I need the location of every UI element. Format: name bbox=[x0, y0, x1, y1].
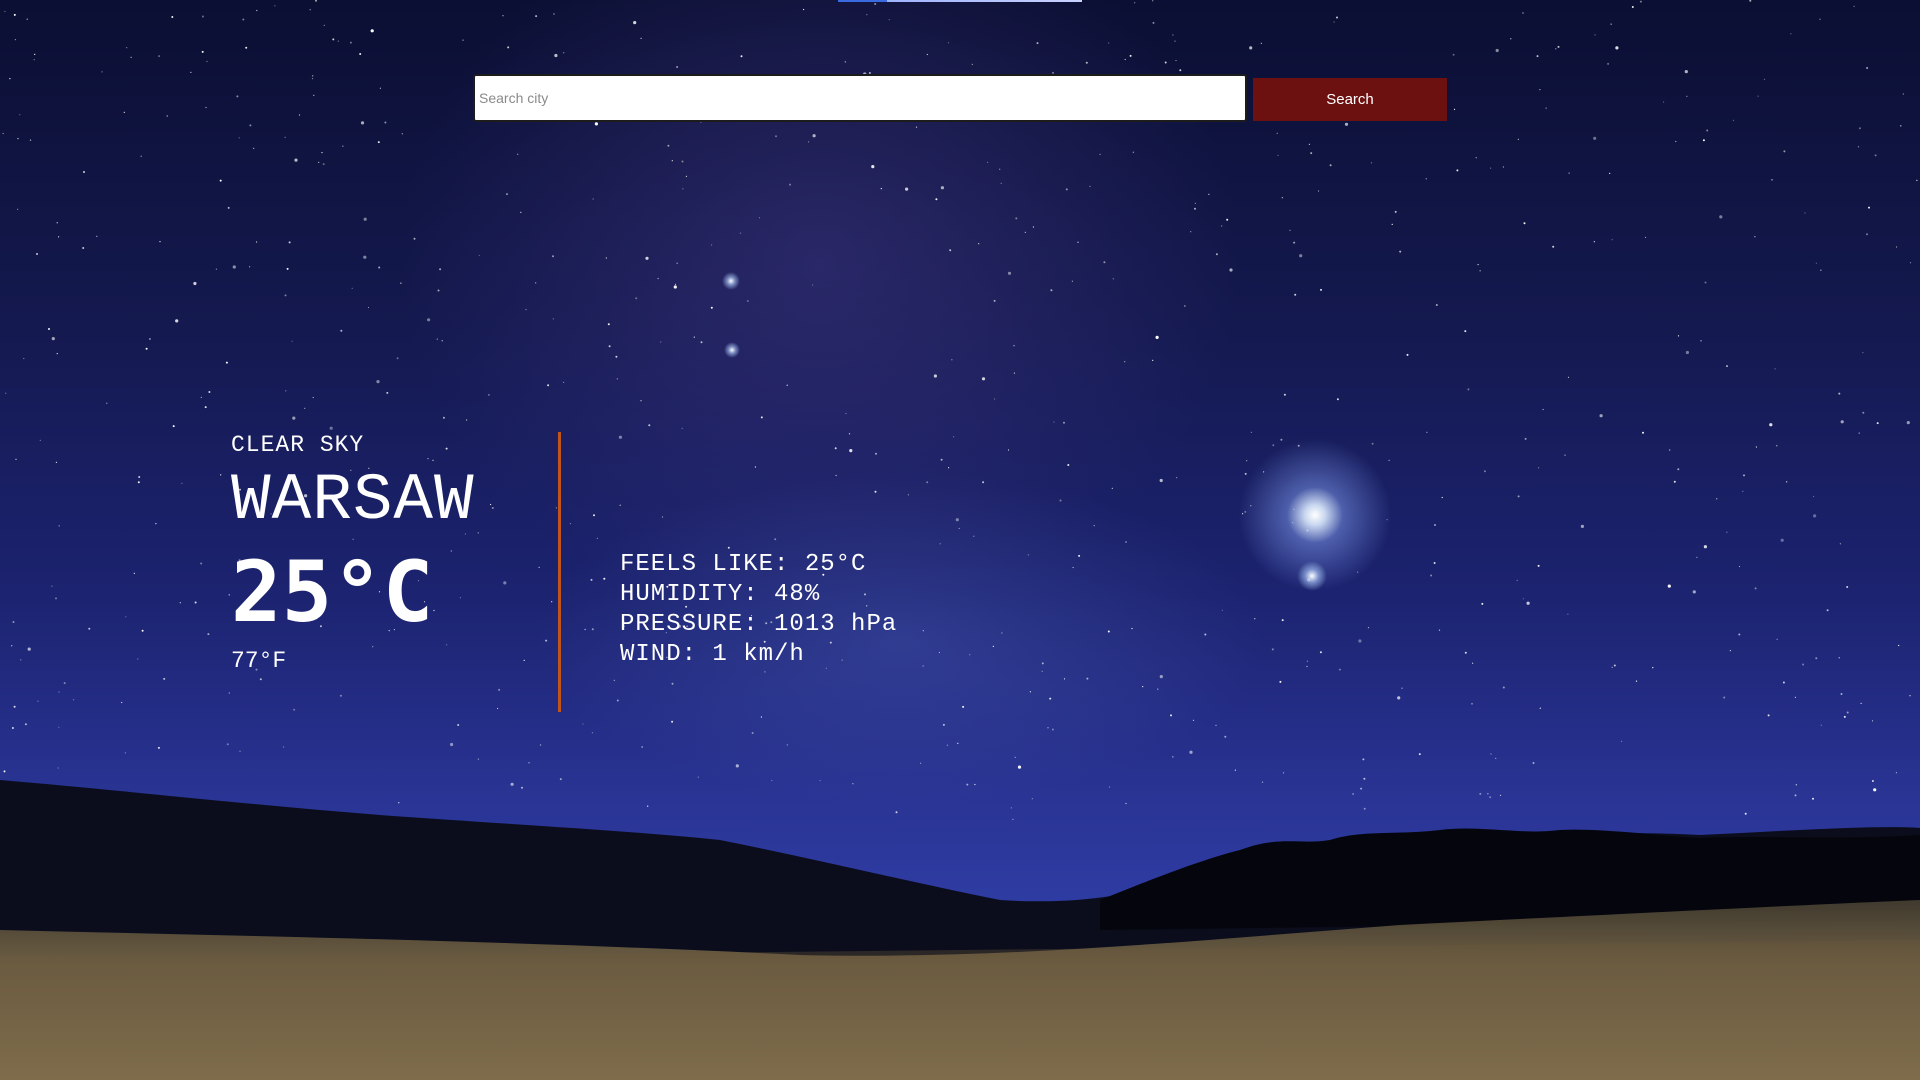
weather-details: FEELS LIKE: 25°C HUMIDITY: 48% PRESSURE:… bbox=[620, 550, 897, 670]
detail-value: 1 km/h bbox=[712, 641, 805, 668]
weather-condition: CLEAR SKY bbox=[231, 432, 365, 458]
temperature-celsius: 25°C bbox=[231, 543, 434, 641]
divider bbox=[558, 432, 561, 712]
detail-feels-like: FEELS LIKE: 25°C bbox=[620, 550, 897, 580]
detail-label: FEELS LIKE: bbox=[620, 551, 790, 578]
detail-label: PRESSURE: bbox=[620, 611, 759, 638]
detail-label: HUMIDITY: bbox=[620, 581, 759, 608]
search-input[interactable] bbox=[473, 74, 1247, 122]
city-name: WARSAW bbox=[231, 463, 475, 538]
top-progress-line bbox=[838, 0, 1082, 2]
temperature-fahrenheit: 77°F bbox=[231, 648, 287, 674]
detail-label: WIND: bbox=[620, 641, 698, 668]
detail-wind: WIND: 1 km/h bbox=[620, 640, 897, 670]
detail-value: 48% bbox=[774, 581, 821, 608]
search-bar: Search bbox=[473, 74, 1447, 126]
detail-humidity: HUMIDITY: 48% bbox=[620, 580, 897, 610]
detail-value: 25°C bbox=[804, 551, 867, 578]
detail-pressure: PRESSURE: 1013 hPa bbox=[620, 610, 897, 640]
search-button[interactable]: Search bbox=[1253, 78, 1447, 121]
detail-value: 1013 hPa bbox=[774, 611, 898, 638]
weather-summary: CLEAR SKY WARSAW 25°C 77°F bbox=[231, 430, 561, 676]
